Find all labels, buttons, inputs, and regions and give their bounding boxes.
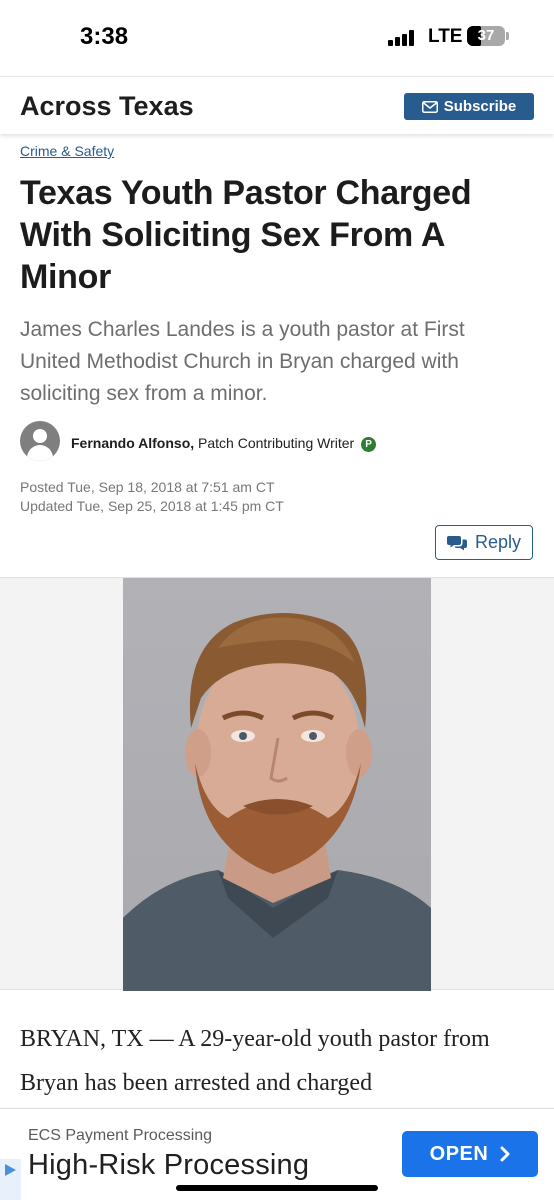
byline: Fernando Alfonso, Patch Contributing Wri…	[20, 421, 540, 465]
site-title[interactable]: Across Texas	[20, 91, 194, 122]
status-bar: 3:38 LTE 37	[0, 0, 554, 76]
status-time: 3:38	[80, 23, 129, 50]
patch-badge-icon: P	[361, 437, 377, 452]
site-header: Across Texas Subscribe	[0, 76, 554, 134]
battery-nub	[506, 32, 509, 40]
cellular-signal-icon	[388, 30, 416, 46]
reply-label: Reply	[474, 532, 522, 552]
author-info: Fernando Alfonso, Patch Contributing Wri…	[71, 435, 377, 452]
ad-sponsor: ECS Payment Processing	[28, 1127, 213, 1144]
chevron-right-icon	[500, 1146, 510, 1162]
subscribe-button[interactable]: Subscribe	[404, 93, 534, 120]
network-type: LTE	[428, 26, 463, 47]
battery-level: 37	[477, 27, 495, 44]
category-link[interactable]: Crime & Safety	[20, 143, 114, 159]
mugshot-illustration	[123, 613, 431, 991]
reply-button[interactable]: Reply	[435, 525, 533, 560]
battery-icon: 37	[467, 26, 505, 46]
subscribe-label: Subscribe	[443, 98, 517, 115]
ad-open-label: OPEN	[429, 1142, 489, 1165]
article-headline: Texas Youth Pastor Charged With Soliciti…	[20, 174, 472, 296]
author-role: Patch Contributing Writer	[194, 435, 355, 451]
article-dek: James Charles Landes is a youth pastor a…	[20, 318, 465, 405]
ad-open-button[interactable]: OPEN	[402, 1131, 538, 1177]
article-photo-container	[0, 577, 554, 991]
updated-date: Updated Tue, Sep 25, 2018 at 1:45 pm CT	[20, 498, 284, 514]
author-avatar-icon[interactable]	[20, 421, 60, 461]
posted-date: Posted Tue, Sep 18, 2018 at 7:51 am CT	[20, 479, 275, 495]
ad-choices-icon[interactable]	[0, 1159, 21, 1200]
mugshot-photo[interactable]	[123, 578, 431, 991]
author-name[interactable]: Fernando Alfonso,	[71, 435, 194, 451]
home-indicator[interactable]	[176, 1185, 378, 1191]
article-dates: Posted Tue, Sep 18, 2018 at 7:51 am CT U…	[20, 478, 284, 516]
envelope-icon	[421, 100, 438, 113]
comments-icon	[446, 535, 467, 550]
article-body-text: BRYAN, TX — A 29-year-old youth pastor f…	[20, 1026, 490, 1096]
ad-headline[interactable]: High-Risk Processing	[28, 1149, 309, 1182]
